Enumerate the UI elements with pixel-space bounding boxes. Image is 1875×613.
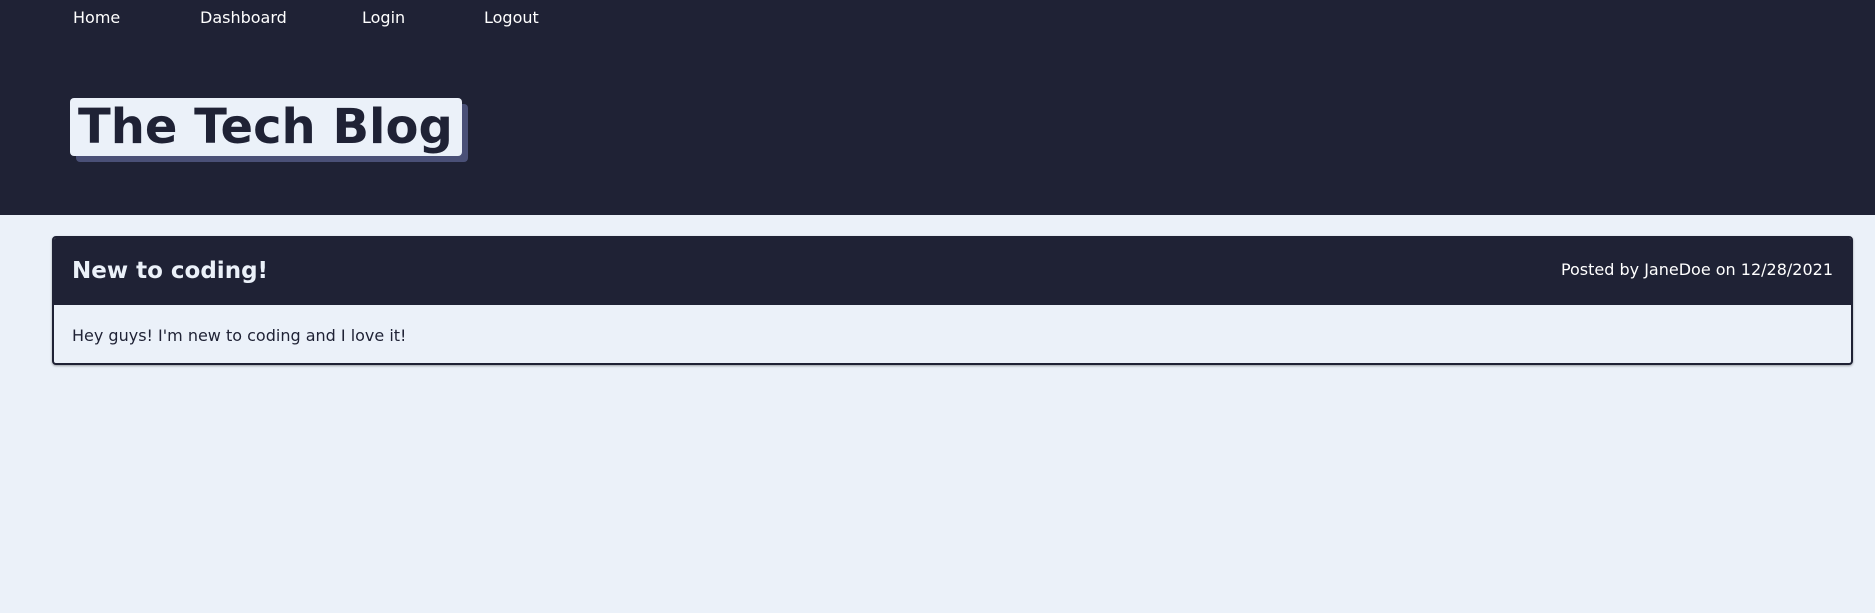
site-title-container: The Tech Blog	[70, 98, 462, 156]
site-title: The Tech Blog	[70, 98, 462, 156]
post-card[interactable]: New to coding! Posted by JaneDoe on 12/2…	[52, 236, 1853, 365]
nav-logout-link[interactable]: Logout	[484, 8, 539, 28]
nav-home-link[interactable]: Home	[73, 8, 120, 28]
nav-login-link[interactable]: Login	[362, 8, 405, 28]
post-meta: Posted by JaneDoe on 12/28/2021	[1560, 260, 1833, 279]
site-header: Home Dashboard Login Logout The Tech Blo…	[0, 0, 1875, 215]
main-nav: Home Dashboard Login Logout	[0, 0, 700, 36]
post-title[interactable]: New to coding!	[72, 256, 268, 286]
post-body: Hey guys! I'm new to coding and I love i…	[72, 326, 407, 345]
post-header: New to coding! Posted by JaneDoe on 12/2…	[54, 238, 1851, 305]
nav-dashboard-link[interactable]: Dashboard	[200, 8, 287, 28]
